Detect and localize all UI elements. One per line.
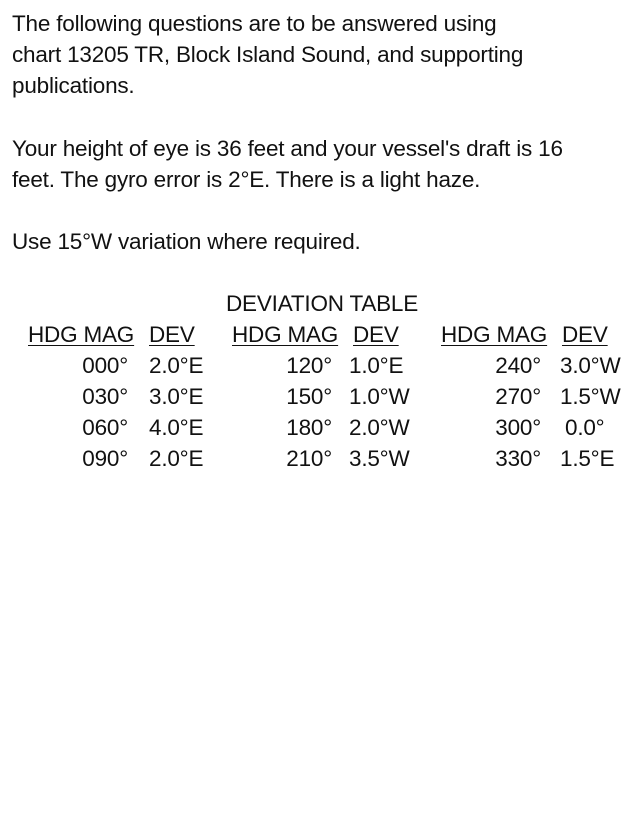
deviation-value: 2.0°E: [149, 446, 204, 471]
column-header-dev: DEV: [353, 322, 399, 347]
heading-value: 210°: [286, 446, 332, 471]
deviation-value: 1.5°W: [560, 384, 621, 409]
deviation-value: 1.0°W: [349, 384, 410, 409]
deviation-value: 3.5°W: [349, 446, 410, 471]
deviation-value: 1.0°E: [349, 353, 404, 378]
deviation-value: 4.0°E: [149, 415, 204, 440]
heading-value: 090°: [82, 446, 128, 471]
heading-value: 330°: [495, 446, 541, 471]
heading-value: 300°: [495, 415, 541, 440]
intro-paragraph-vessel: Your height of eye is 36 feet and your v…: [12, 136, 563, 192]
deviation-value: 1.5°E: [560, 446, 615, 471]
heading-value: 180°: [286, 415, 332, 440]
column-header-hdg-mag: HDG MAG: [441, 322, 548, 347]
heading-value: 270°: [495, 384, 541, 409]
column-header-dev: DEV: [149, 322, 195, 347]
heading-value: 150°: [286, 384, 332, 409]
deviation-value: 3.0°W: [560, 353, 621, 378]
heading-value: 060°: [82, 415, 128, 440]
deviation-value: 3.0°E: [149, 384, 204, 409]
heading-value: 120°: [286, 353, 332, 378]
heading-value: 000°: [82, 353, 128, 378]
heading-value: 030°: [82, 384, 128, 409]
intro-paragraph-chart: The following questions are to be answer…: [12, 11, 524, 98]
heading-value: 240°: [495, 353, 541, 378]
deviation-value: 2.0°E: [149, 353, 204, 378]
deviation-value: 0.0°: [565, 415, 605, 440]
intro-paragraph-variation: Use 15°W variation where required.: [12, 229, 361, 254]
deviation-value: 2.0°W: [349, 415, 410, 440]
column-header-dev: DEV: [562, 322, 608, 347]
column-header-hdg-mag: HDG MAG: [232, 322, 339, 347]
column-header-hdg-mag: HDG MAG: [28, 322, 135, 347]
deviation-table-title: DEVIATION TABLE: [226, 291, 419, 316]
